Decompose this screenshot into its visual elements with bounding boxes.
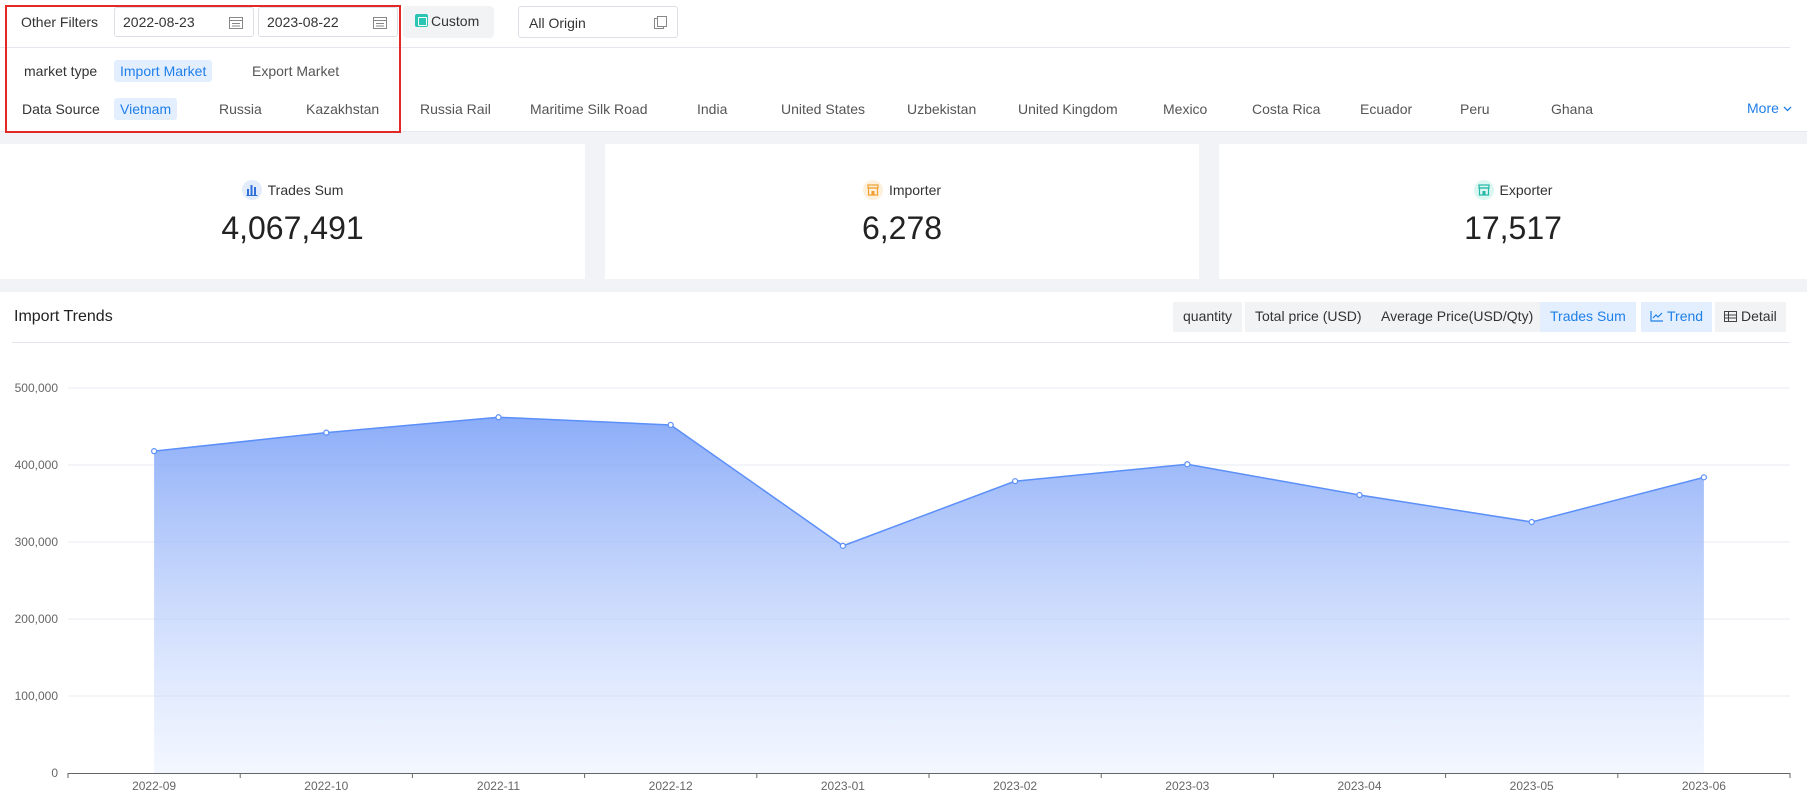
stat-card-trades-sum: Trades Sum 4,067,491: [0, 144, 585, 279]
x-tick-label: 2023-01: [821, 779, 865, 793]
x-tick-label: 2023-04: [1337, 779, 1381, 793]
data-source-russia[interactable]: Russia: [213, 98, 268, 120]
exporter-label: Exporter: [1499, 182, 1553, 198]
origin-select[interactable]: All Origin: [518, 6, 678, 38]
y-tick-label: 300,000: [15, 535, 59, 549]
y-tick-label: 500,000: [15, 381, 59, 395]
custom-icon: [415, 14, 428, 27]
x-tick-label: 2022-10: [304, 779, 348, 793]
data-source-label: Data Source: [22, 101, 100, 117]
data-point: [323, 429, 330, 436]
data-source-ecuador[interactable]: Ecuador: [1354, 98, 1418, 120]
data-source-united-kingdom[interactable]: United Kingdom: [1012, 98, 1124, 120]
data-point: [1528, 518, 1535, 526]
data-point: [1011, 478, 1019, 485]
stat-card-header: Importer: [605, 180, 1199, 200]
store-icon: [1473, 180, 1494, 200]
y-tick-label: 100,000: [15, 689, 59, 703]
start-date-input[interactable]: 2022-08-23: [114, 7, 254, 37]
exporter-value: 17,517: [1464, 210, 1562, 246]
y-tick-label: 0: [51, 766, 58, 780]
y-tick-label: 400,000: [15, 458, 59, 472]
market-type-label: market type: [24, 63, 98, 79]
data-source-kazakhstan[interactable]: Kazakhstan: [300, 98, 385, 120]
filter-panel: Other Filters 2022-08-23 2023-08-22 Cust…: [0, 0, 1807, 132]
data-source-peru[interactable]: Peru: [1454, 98, 1496, 120]
x-tick-label: 2023-02: [993, 779, 1037, 793]
importer-label: Importer: [888, 182, 942, 198]
data-source-maritime-silk-road[interactable]: Maritime Silk Road: [524, 98, 653, 120]
calendar-icon: [373, 17, 387, 29]
data-point: [495, 414, 502, 421]
store-icon: [862, 180, 883, 200]
importer-value: 6,278: [861, 210, 943, 246]
x-tick-label: 2023-05: [1510, 779, 1554, 793]
start-date-value: 2022-08-23: [123, 14, 195, 30]
stat-card-header: Exporter: [1219, 180, 1807, 200]
market-type-export[interactable]: Export Market: [246, 60, 345, 82]
origin-value: All Origin: [529, 15, 586, 31]
x-tick-label: 2022-09: [132, 779, 176, 793]
trades-sum-value: 4,067,491: [221, 210, 364, 246]
data-source-uzbekistan[interactable]: Uzbekistan: [901, 98, 982, 120]
stat-card-importer: Importer 6,278: [605, 144, 1199, 279]
data-source-russia-rail[interactable]: Russia Rail: [414, 98, 497, 120]
data-point: [151, 448, 158, 455]
trends-panel: Import Trends quantity Total price (USD)…: [0, 292, 1807, 806]
x-tick-label: 2022-12: [649, 779, 693, 793]
market-type-import[interactable]: Import Market: [114, 60, 213, 82]
other-filters-label: Other Filters: [21, 14, 99, 30]
y-tick-label: 200,000: [15, 612, 59, 626]
x-tick-label: 2022-11: [477, 779, 520, 793]
data-point: [1700, 474, 1708, 481]
more-label: More: [1747, 100, 1779, 116]
data-source-costa-rica[interactable]: Costa Rica: [1246, 98, 1326, 120]
x-tick-label: 2023-06: [1682, 779, 1726, 793]
end-date-input[interactable]: 2023-08-22: [258, 7, 398, 37]
data-source-vietnam[interactable]: Vietnam: [114, 98, 178, 120]
data-point: [1184, 461, 1191, 468]
trades-sum-label: Trades Sum: [267, 182, 344, 198]
series-area: [154, 417, 1704, 773]
end-date-value: 2023-08-22: [267, 14, 339, 30]
more-link[interactable]: More: [1747, 100, 1792, 116]
custom-date-button[interactable]: Custom: [403, 6, 494, 38]
bar-chart-icon: [241, 180, 262, 200]
data-source-mexico[interactable]: Mexico: [1157, 98, 1213, 120]
calendar-icon: [229, 17, 243, 29]
data-point: [667, 421, 674, 429]
stat-card-header: Trades Sum: [0, 180, 585, 200]
data-source-india[interactable]: India: [691, 98, 733, 120]
stat-card-exporter: Exporter 17,517: [1219, 144, 1807, 279]
import-trends-chart: 0 100,000 200,000 300,000 400,000 500,000 2022…: [15, 381, 1791, 793]
data-source-ghana[interactable]: Ghana: [1545, 98, 1599, 120]
x-tick-label: 2023-03: [1165, 779, 1209, 793]
data-point: [1356, 491, 1363, 499]
data-point: [839, 542, 847, 549]
filter-row-dates: Other Filters 2022-08-23 2023-08-22 Cust…: [0, 0, 1790, 48]
copy-icon: [654, 16, 667, 29]
custom-label: Custom: [431, 13, 480, 29]
data-source-united-states[interactable]: United States: [775, 98, 871, 120]
chevron-down-icon: [1783, 106, 1792, 112]
